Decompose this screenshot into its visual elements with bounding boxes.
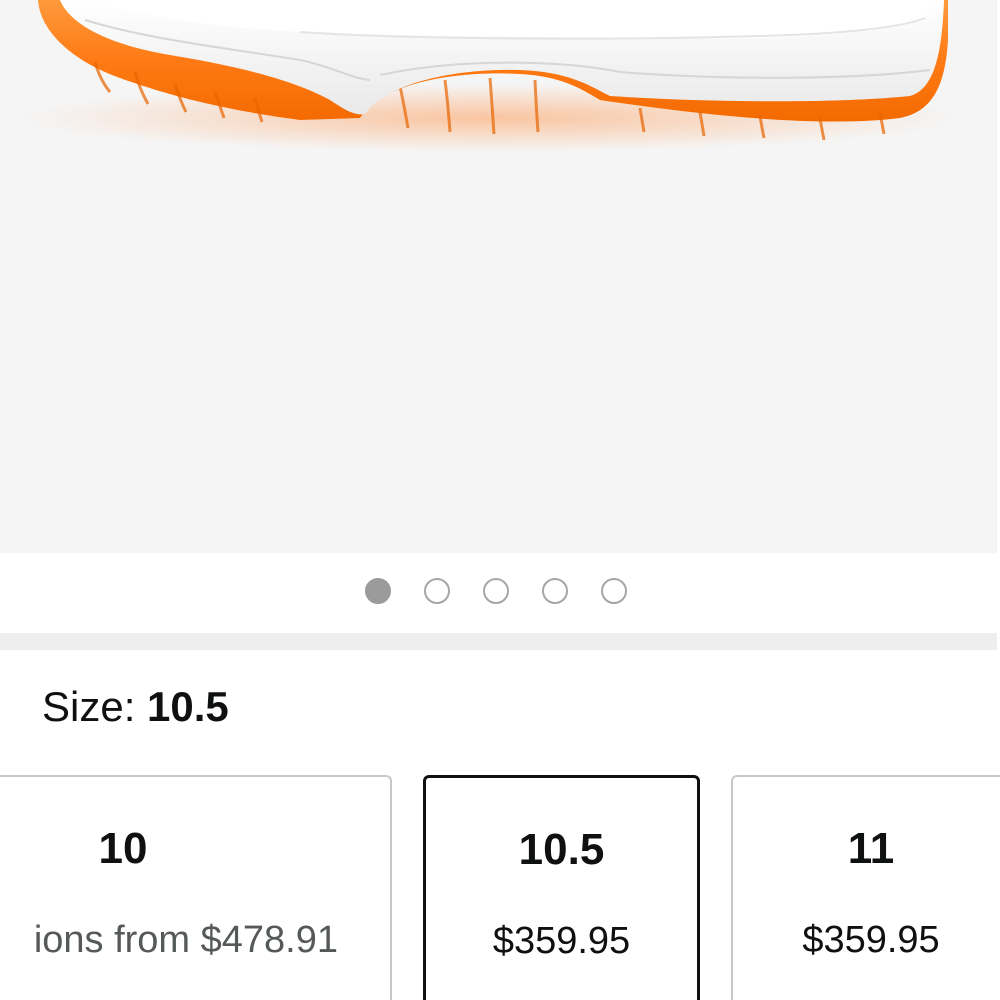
pager-dot-5[interactable] xyxy=(601,578,627,604)
pager-dot-2[interactable] xyxy=(424,578,450,604)
size-option-label: 10 xyxy=(98,824,148,873)
product-image-gallery[interactable] xyxy=(0,0,997,553)
size-label-prefix: Size: xyxy=(42,683,148,730)
size-label: Size: 10.5 xyxy=(42,682,229,732)
size-option-price: $359.95 xyxy=(492,920,631,962)
size-option-10[interactable]: 10 ions from $478.91 xyxy=(0,775,392,1000)
size-option-price: $359.95 xyxy=(802,919,940,961)
product-page: Size: 10.5 10 ions from $478.91 10.5 $35… xyxy=(0,0,1000,1000)
selected-size-value: 10.5 xyxy=(147,683,229,730)
size-option-price: ions from $478.91 xyxy=(33,919,338,961)
pager-dot-4[interactable] xyxy=(542,578,568,604)
pager-dot-1[interactable] xyxy=(365,578,391,604)
pager-dot-3[interactable] xyxy=(483,578,509,604)
size-option-10-5[interactable]: 10.5 $359.95 xyxy=(423,775,700,1000)
product-image xyxy=(20,0,960,152)
section-divider xyxy=(0,633,997,650)
size-option-11[interactable]: 11 $359.95 xyxy=(731,775,1000,1000)
size-option-label: 11 xyxy=(847,824,895,873)
size-option-label: 10.5 xyxy=(518,825,605,874)
image-pager xyxy=(0,578,1000,608)
